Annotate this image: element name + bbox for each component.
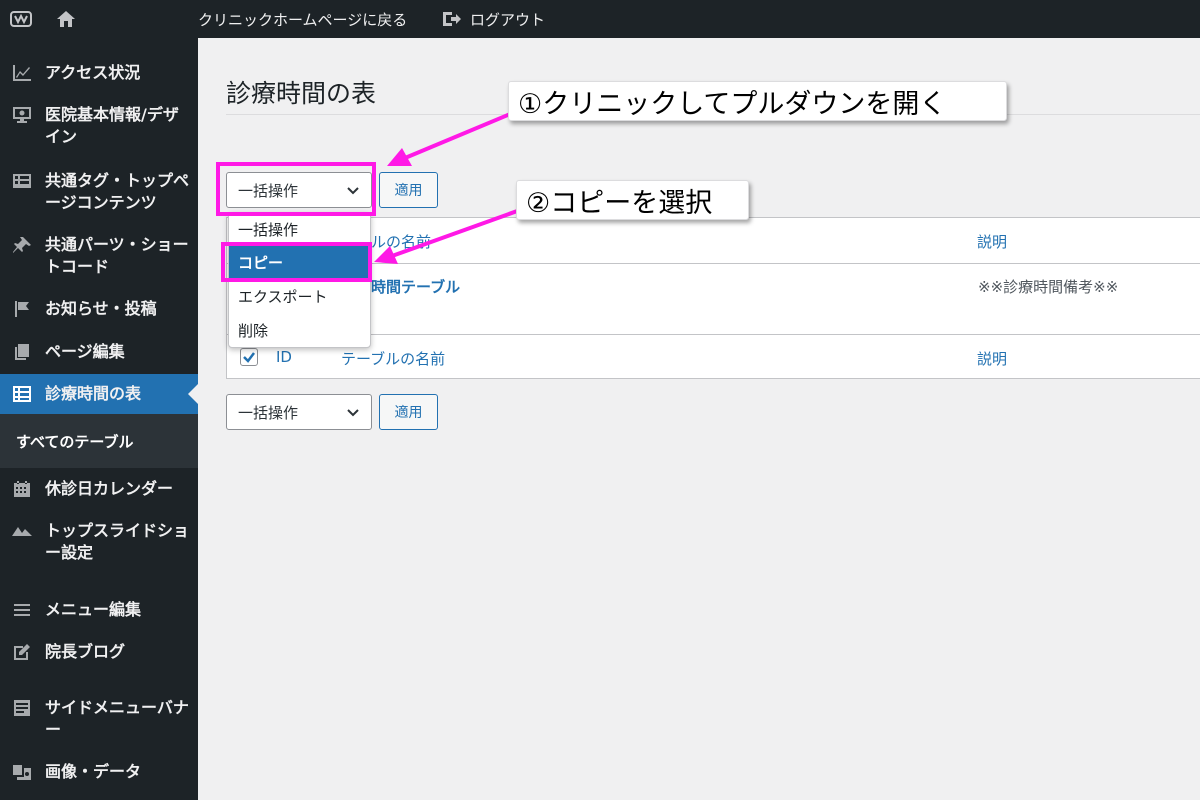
callout-step2-text: ②コピーを選択 — [526, 187, 713, 219]
callout-step1-text: ①クリニックしてプルダウンを開く — [518, 88, 947, 120]
callout-step2: ②コピーを選択 — [516, 180, 749, 220]
callout-step1: ①クリニックしてプルダウンを開く — [508, 81, 1007, 121]
arrow-step2-line — [391, 208, 521, 258]
arrow-step1-line — [404, 110, 516, 160]
